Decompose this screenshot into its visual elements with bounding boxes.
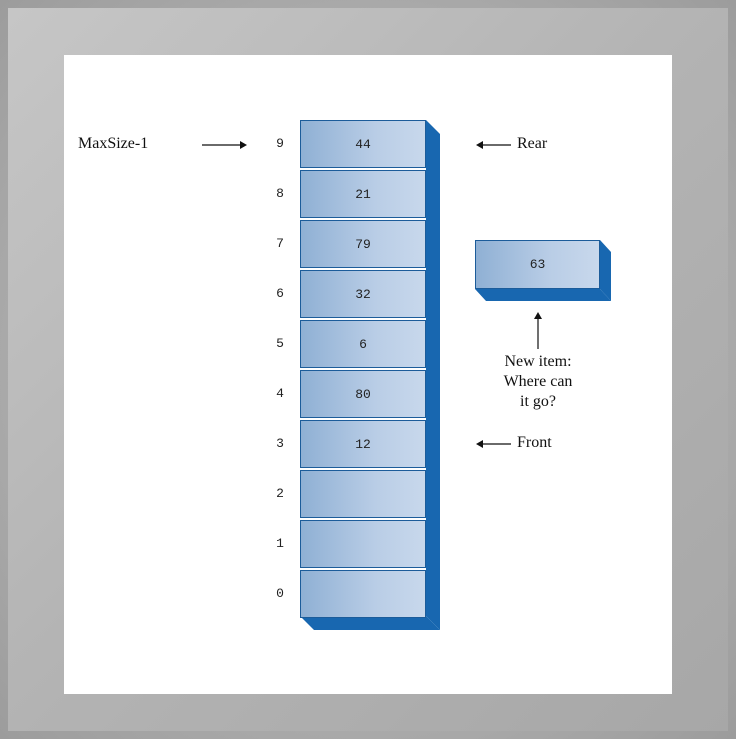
array-cell [300, 570, 426, 618]
stack-bottom-side [300, 616, 440, 630]
maxsize-arrow-head [240, 141, 247, 149]
new-item-caption-line3: it go? [520, 393, 556, 410]
index-label: 9 [276, 136, 284, 151]
array-cell: 80 [300, 370, 426, 418]
new-item-box: 63 [475, 240, 600, 289]
array-cell [300, 470, 426, 518]
new-item-caption-line1: New item: [504, 353, 572, 370]
index-label: 0 [276, 586, 284, 601]
array-cell: 21 [300, 170, 426, 218]
new-item-bottom-side [475, 289, 611, 301]
stack-right-side [426, 120, 440, 630]
array-cell [300, 520, 426, 568]
diagram-panel: MaxSize-1 Rear Front New item: Where can… [64, 55, 672, 694]
maxsize-label: MaxSize-1 [78, 135, 149, 152]
new-item-arrow-head [534, 312, 542, 319]
array-cell: 79 [300, 220, 426, 268]
array-cell: 6 [300, 320, 426, 368]
index-label: 1 [276, 536, 284, 551]
array-cell: 44 [300, 120, 426, 168]
index-label: 7 [276, 236, 284, 251]
array-cell: 12 [300, 420, 426, 468]
array-cell: 32 [300, 270, 426, 318]
front-label: Front [517, 434, 552, 451]
index-label: 3 [276, 436, 284, 451]
index-label: 2 [276, 486, 284, 501]
new-item-caption-line2: Where can [503, 373, 573, 390]
front-arrow-head [476, 440, 483, 448]
index-label: 8 [276, 186, 284, 201]
index-label: 5 [276, 336, 284, 351]
rear-arrow-head [476, 141, 483, 149]
new-item-caption: New item: Where can it go? [478, 352, 598, 412]
index-label: 4 [276, 386, 284, 401]
index-label: 6 [276, 286, 284, 301]
rear-label: Rear [517, 135, 548, 152]
